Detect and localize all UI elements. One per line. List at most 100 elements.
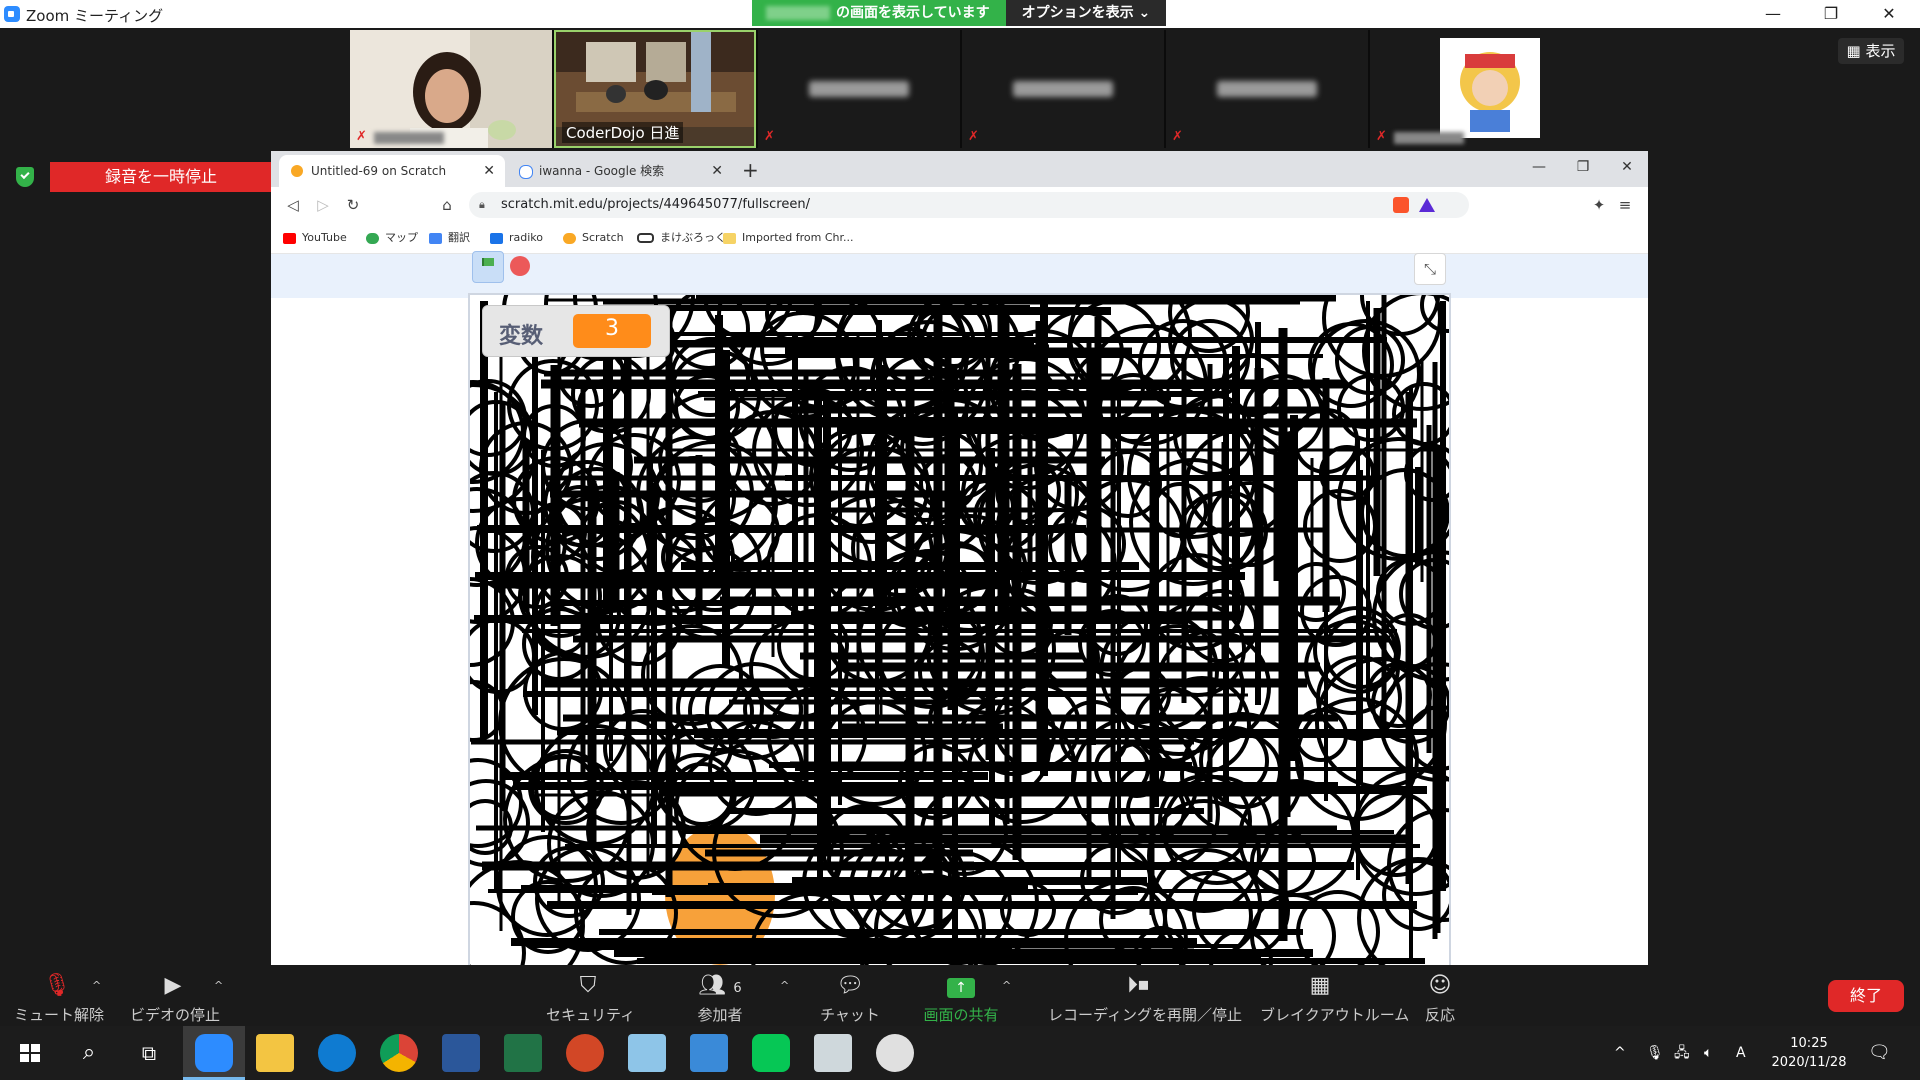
bookmark-label: Scratch xyxy=(582,231,624,244)
notifications-icon[interactable]: 🗨︎ xyxy=(1868,1026,1891,1080)
zoom-taskbar-icon[interactable] xyxy=(195,1034,233,1072)
clock-time: 10:25 xyxy=(1790,1036,1828,1051)
powerpoint-icon[interactable] xyxy=(566,1034,604,1072)
options-label: オプションを表示 xyxy=(1021,5,1134,21)
tab-google-search[interactable]: iwanna - Google 検索 ✕ xyxy=(507,155,733,187)
browser-minimize-button[interactable]: — xyxy=(1517,155,1561,179)
ime-indicator[interactable]: A xyxy=(1736,1026,1746,1080)
show-hidden-icons-icon[interactable]: ^ xyxy=(1614,1026,1626,1080)
lock-icon: 🔒︎ xyxy=(479,198,485,211)
participant-tile-4[interactable]: ✗ xyxy=(962,30,1164,148)
bookmark-makeblock[interactable]: まけぶろっく xyxy=(637,223,726,253)
participant-tile-6[interactable]: ✗ xyxy=(1370,30,1572,148)
word-icon[interactable] xyxy=(442,1034,480,1072)
blurred-username xyxy=(766,6,830,20)
bookmarks-bar: YouTube マップ 翻訳 radiko Scratch まけぶろっく Imp… xyxy=(271,223,1648,254)
bookmark-icon[interactable]: ⌂ xyxy=(435,193,459,217)
browser-close-button[interactable]: ✕ xyxy=(1605,155,1648,179)
close-tab-icon[interactable]: ✕ xyxy=(711,155,723,187)
participants-options-caret-icon[interactable]: ^ xyxy=(780,979,789,992)
video-options-caret-icon[interactable]: ^ xyxy=(214,979,223,992)
pen-circle xyxy=(470,860,585,965)
rewards-icon[interactable] xyxy=(1419,198,1435,212)
bookmark-imported-folder[interactable]: Imported from Chr... xyxy=(723,223,854,253)
participant-tile-5[interactable]: ✗ xyxy=(1166,30,1368,148)
calculator-icon[interactable] xyxy=(814,1034,852,1072)
chat-button[interactable]: 💬︎ チャット xyxy=(820,965,880,1025)
app-icon-2[interactable] xyxy=(876,1034,914,1072)
tab-label: Untitled-69 on Scratch xyxy=(311,164,447,178)
unmute-button[interactable]: 🎙︎ ミュート解除 xyxy=(14,965,104,1025)
reactions-label: 反応 xyxy=(1424,1006,1455,1024)
variable-value: 3 xyxy=(573,314,651,348)
participant-tile-1[interactable]: ✗ xyxy=(350,30,552,148)
edge-icon[interactable] xyxy=(318,1034,356,1072)
browser-restore-button[interactable]: ❐ xyxy=(1561,155,1605,179)
stop-video-button[interactable]: ▶︎ ビデオの停止 xyxy=(130,965,220,1025)
bookmark-scratch[interactable]: Scratch xyxy=(563,223,624,253)
scratch-stage[interactable]: 変数 3 xyxy=(468,293,1451,965)
bookmark-label: 翻訳 xyxy=(448,231,470,244)
restore-button[interactable]: ❐ xyxy=(1802,0,1860,28)
shared-browser-window: Untitled-69 on Scratch ✕ iwanna - Google… xyxy=(271,151,1648,965)
minimize-button[interactable]: — xyxy=(1744,0,1802,28)
search-icon[interactable]: ⌕ xyxy=(70,1034,108,1072)
network-icon[interactable]: 🖧︎ xyxy=(1674,1026,1690,1080)
view-button[interactable]: ▦ 表示 xyxy=(1838,38,1904,64)
reactions-button[interactable]: ☺ 反応 xyxy=(1418,965,1462,1025)
volume-icon[interactable]: 🔈︎ xyxy=(1704,1026,1712,1080)
bookmark-radiko[interactable]: radiko xyxy=(490,223,543,253)
participants-button[interactable]: 👥︎ 6 参加者 xyxy=(690,965,750,1025)
bookmark-maps[interactable]: マップ xyxy=(366,223,418,253)
menu-icon[interactable]: ≡ xyxy=(1613,193,1637,217)
options-button[interactable]: オプションを表示 ⌄ xyxy=(1005,0,1167,26)
end-meeting-button[interactable]: 終了 xyxy=(1828,980,1904,1012)
url-text: scratch.mit.edu/projects/449645077/fulls… xyxy=(501,197,810,212)
share-options-caret-icon[interactable]: ^ xyxy=(1002,979,1011,992)
stop-button[interactable] xyxy=(510,256,530,276)
participant-tile-3[interactable]: ✗ xyxy=(758,30,960,148)
blurred-name xyxy=(809,81,909,97)
muted-microphone-icon: 🎙︎ xyxy=(43,973,71,998)
excel-icon[interactable] xyxy=(504,1034,542,1072)
breakout-rooms-button[interactable]: ▦ ブレイクアウトルーム xyxy=(1260,965,1409,1025)
windows-start-icon[interactable] xyxy=(12,1034,48,1072)
photos-icon[interactable] xyxy=(690,1034,728,1072)
back-icon[interactable]: ◁ xyxy=(281,193,305,217)
maps-icon xyxy=(366,232,379,244)
exit-fullscreen-button[interactable]: ⤡ xyxy=(1414,253,1446,285)
file-explorer-icon[interactable] xyxy=(256,1034,294,1072)
recording-button[interactable]: ⏵⏹ レコーディングを再開／停止 xyxy=(1048,965,1242,1025)
radiko-icon xyxy=(490,232,503,244)
audio-options-caret-icon[interactable]: ^ xyxy=(92,979,101,992)
brave-shield-icon[interactable] xyxy=(1393,197,1409,213)
chat-label: チャット xyxy=(820,1006,880,1024)
bookmark-youtube[interactable]: YouTube xyxy=(283,223,347,253)
smiley-icon: ☺ xyxy=(1428,973,1452,998)
bookmark-translate[interactable]: 翻訳 xyxy=(429,223,470,253)
line-icon[interactable] xyxy=(752,1034,790,1072)
reload-icon[interactable]: ↻ xyxy=(341,193,365,217)
close-button[interactable]: ✕ xyxy=(1860,0,1918,28)
security-button[interactable]: ⛉ セキュリティ xyxy=(546,965,635,1025)
muted-mic-icon: ✗ xyxy=(764,129,775,144)
taskbar-clock[interactable]: 10:25 2020/11/28 xyxy=(1766,1034,1852,1072)
participant-avatar xyxy=(1370,30,1572,148)
microphone-tray-icon[interactable]: 🎙︎ xyxy=(1646,1026,1664,1080)
green-flag-button[interactable] xyxy=(472,251,504,283)
pause-recording-button[interactable]: 録音を一時停止 xyxy=(50,162,272,192)
tab-scratch[interactable]: Untitled-69 on Scratch ✕ xyxy=(279,155,505,187)
close-tab-icon[interactable]: ✕ xyxy=(483,155,495,187)
chrome-icon[interactable] xyxy=(380,1034,418,1072)
share-screen-button[interactable]: ↑ 画面の共有 xyxy=(920,965,1002,1025)
new-tab-button[interactable]: + xyxy=(742,157,759,183)
translate-icon xyxy=(429,232,442,244)
blurred-name xyxy=(374,132,444,144)
app-icon[interactable] xyxy=(628,1034,666,1072)
task-view-icon[interactable]: ⧉ xyxy=(130,1034,168,1072)
forward-icon[interactable]: ▷ xyxy=(311,193,335,217)
folder-icon xyxy=(723,232,736,244)
participant-tile-2[interactable]: CoderDojo 日進 xyxy=(554,30,756,148)
address-bar[interactable]: 🔒︎ scratch.mit.edu/projects/449645077/fu… xyxy=(469,192,1469,218)
extensions-icon[interactable]: ✦ xyxy=(1587,193,1611,217)
